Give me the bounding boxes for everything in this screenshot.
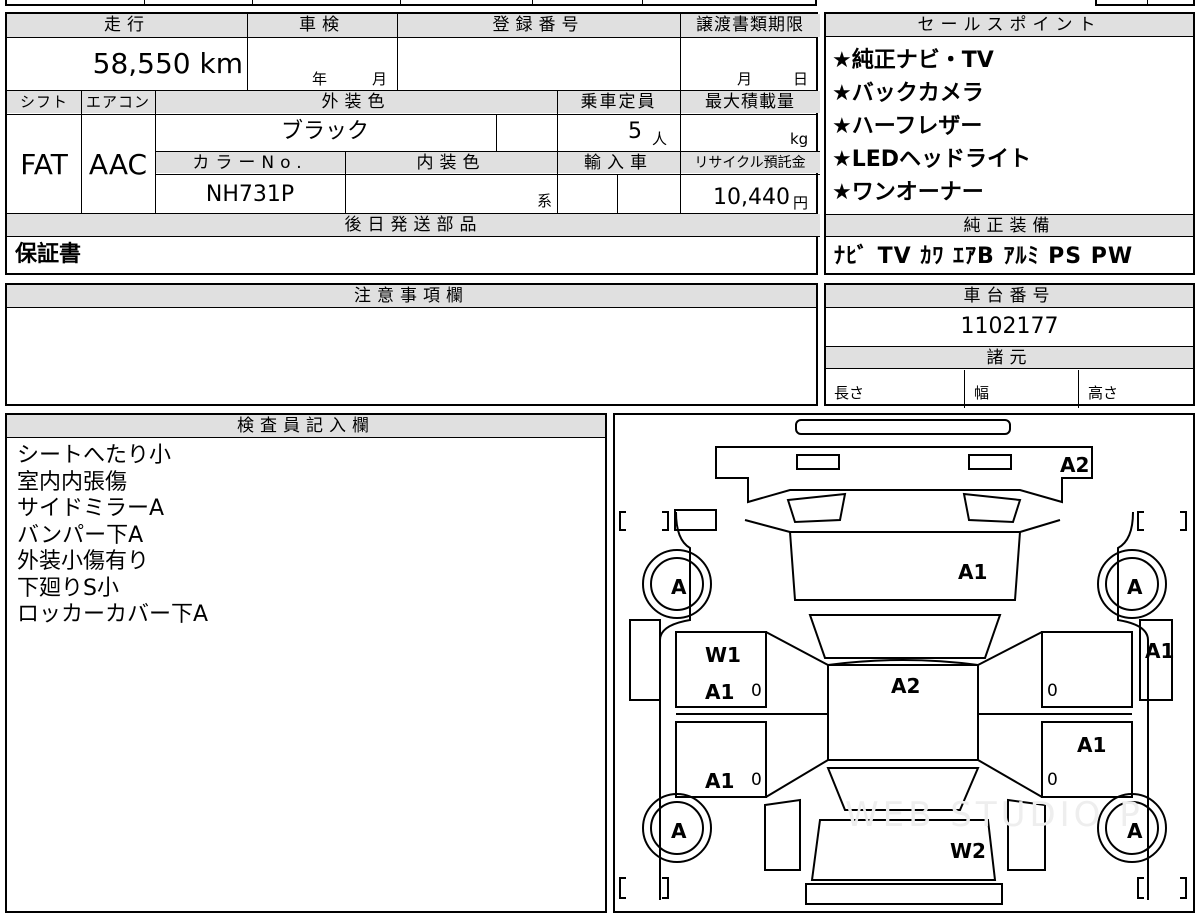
recycle-value: 10,440 xyxy=(713,185,790,210)
mark-a1-left-rear-door: A1 xyxy=(705,769,735,793)
mark-a2-front: A2 xyxy=(1060,453,1090,477)
inspector-note-line: ロッカーカバー下A xyxy=(17,602,209,627)
color-no-value: NH731P xyxy=(205,182,295,207)
sales-points-panel: セールスポイント ★純正ナビ・TV ★バックカメラ ★ハーフレザー ★LEDヘッ… xyxy=(824,12,1195,275)
notes-panel: 注意事項欄 xyxy=(5,283,818,406)
notes-header: 注意事項欄 xyxy=(7,285,816,308)
mark-a1-right-mirror: A1 xyxy=(1145,639,1175,663)
sales-point-item: ★純正ナビ・TV xyxy=(832,48,994,73)
deadline-day-unit: 日 xyxy=(793,70,809,88)
inspector-note-line: 下廻りS小 xyxy=(17,575,119,601)
mark-w2-rear: W2 xyxy=(950,839,986,863)
mark-a2-roof: A2 xyxy=(891,674,921,698)
recycle-unit: 円 xyxy=(793,194,809,212)
chassis-panel: 車台番号 1102177 諸元 長さ 幅 高さ xyxy=(824,283,1195,408)
interior-color-suffix: 系 xyxy=(537,192,553,210)
mark-a1-right-rear-door: A1 xyxy=(1077,733,1107,757)
sales-point-item: ★ワンオーナー xyxy=(832,180,984,205)
vehicle-info-table: 走行 車検 登録番号 譲渡書類期限 58,550 km 年 月 月 日 シフト … xyxy=(5,12,820,275)
aircon-value: AAC xyxy=(88,148,148,181)
specs-header: 諸元 xyxy=(826,346,1193,369)
mark-zero: 0 xyxy=(751,681,762,701)
aircon-header: エアコン xyxy=(81,91,155,113)
color-no-header: カラーNo. xyxy=(155,152,345,173)
inspector-note-line: 外装小傷有り xyxy=(17,549,150,574)
sales-points-header: セールスポイント xyxy=(826,14,1193,37)
specs-height: 高さ xyxy=(1088,384,1119,402)
capacity-unit: 人 xyxy=(652,130,668,148)
inspector-note-line: バンパー下A xyxy=(17,522,144,548)
mark-zero: 0 xyxy=(1047,681,1058,701)
import-header: 輸入車 xyxy=(557,152,680,173)
sales-point-item: ★バックカメラ xyxy=(832,81,984,106)
inspection-month-unit: 月 xyxy=(372,70,388,88)
inspection-header: 車検 xyxy=(247,14,397,37)
tire-rear-left: A xyxy=(671,819,687,843)
shift-header: シフト xyxy=(7,91,81,113)
registration-header: 登録番号 xyxy=(397,14,680,37)
capacity-header: 乗車定員 xyxy=(557,91,680,113)
inspector-note-line: シートへたり小 xyxy=(17,443,172,468)
transfer-deadline-header: 譲渡書類期限 xyxy=(680,14,820,37)
mark-a1-left-front-door: A1 xyxy=(705,680,735,704)
max-load-header: 最大積載量 xyxy=(680,91,820,113)
mark-a1-hood: A1 xyxy=(958,560,988,584)
specs-length: 長さ xyxy=(834,384,865,402)
watermark: WEB STUDIO P xyxy=(845,795,1144,835)
later-parts-value: 保証書 xyxy=(15,242,82,267)
inspector-note-line: サイドミラーA xyxy=(17,496,165,521)
chassis-number-header: 車台番号 xyxy=(826,285,1193,308)
deadline-month-unit: 月 xyxy=(737,70,753,88)
sales-point-item: ★LEDヘッドライト xyxy=(832,147,1032,172)
top-stub-row xyxy=(5,0,817,6)
inspector-notes-panel: 検査員記入欄 シートへたり小 室内内張傷 サイドミラーA バンパー下A 外装小傷… xyxy=(5,413,607,913)
recycle-header: リサイクル預託金 xyxy=(680,152,820,173)
interior-color-header: 内装色 xyxy=(345,152,557,173)
later-parts-header: 後日発送部品 xyxy=(7,214,820,237)
tire-front-right: A xyxy=(1127,575,1143,599)
mark-w1-left-front: W1 xyxy=(705,643,741,667)
mark-zero: 0 xyxy=(1047,770,1058,790)
inspection-year-unit: 年 xyxy=(312,70,328,88)
inspector-header: 検査員記入欄 xyxy=(7,415,605,438)
chassis-number-value: 1102177 xyxy=(960,314,1059,339)
inspector-note-line: 室内内張傷 xyxy=(17,469,128,495)
mark-zero: 0 xyxy=(751,770,762,790)
sales-point-item: ★ハーフレザー xyxy=(832,114,983,139)
car-outline-drawing xyxy=(619,419,1187,905)
tire-front-left: A xyxy=(671,575,687,599)
genuine-equipment-value: ﾅﾋﾞ TV ｶﾜ ｴｱB ｱﾙﾐ PS PW xyxy=(834,244,1134,269)
exterior-color-header: 外装色 xyxy=(155,91,557,113)
mileage-value: 58,550 km xyxy=(92,47,243,80)
mileage-header: 走行 xyxy=(7,14,247,37)
car-damage-diagram: A2 A1 A2 A1 W1 A1 0 0 A1 A1 0 0 W2 A A A… xyxy=(613,413,1195,913)
exterior-color-value: ブラック xyxy=(280,119,369,144)
top-stub-right xyxy=(1095,0,1195,6)
genuine-equipment-header: 純正装備 xyxy=(826,214,1193,237)
capacity-value: 5 xyxy=(628,119,642,144)
specs-width: 幅 xyxy=(974,384,990,402)
max-load-unit: kg xyxy=(790,130,809,148)
shift-value: FAT xyxy=(20,148,68,181)
